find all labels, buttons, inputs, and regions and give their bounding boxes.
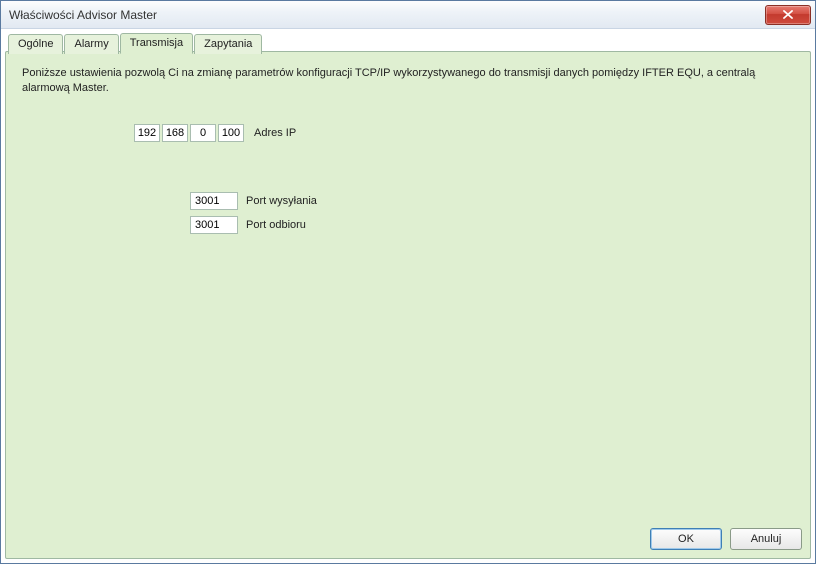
port-recv-label: Port odbioru [246, 219, 306, 231]
tab-strip: Ogólne Alarmy Transmisja Zapytania [8, 33, 263, 53]
ip-row: Adres IP [134, 124, 794, 142]
tab-transmisja[interactable]: Transmisja [120, 33, 193, 54]
dialog-footer: OK Anuluj [6, 524, 810, 558]
port-recv-row: Port odbioru [190, 216, 794, 234]
port-send-row: Port wysyłania [190, 192, 794, 210]
cancel-button[interactable]: Anuluj [730, 528, 802, 550]
tab-alarmy[interactable]: Alarmy [64, 34, 118, 54]
close-icon [783, 10, 793, 19]
port-recv-input[interactable] [190, 216, 238, 234]
window-title: Właściwości Advisor Master [9, 8, 765, 22]
titlebar: Właściwości Advisor Master [1, 1, 815, 29]
ip-label: Adres IP [254, 127, 296, 139]
ip-octet-2[interactable] [162, 124, 188, 142]
close-button[interactable] [765, 5, 811, 25]
tab-zapytania[interactable]: Zapytania [194, 34, 262, 54]
dialog-window: Właściwości Advisor Master Ogólne Alarmy… [0, 0, 816, 564]
ok-button[interactable]: OK [650, 528, 722, 550]
tab-pane: Ogólne Alarmy Transmisja Zapytania Poniż… [5, 51, 811, 559]
tab-ogolne[interactable]: Ogólne [8, 34, 63, 54]
tab-content-transmisja: Poniższe ustawienia pozwolą Ci na zmianę… [6, 52, 810, 254]
port-send-input[interactable] [190, 192, 238, 210]
ip-octet-3[interactable] [190, 124, 216, 142]
ip-octet-1[interactable] [134, 124, 160, 142]
body-area: Ogólne Alarmy Transmisja Zapytania Poniż… [1, 29, 815, 563]
port-send-label: Port wysyłania [246, 195, 317, 207]
description-text: Poniższe ustawienia pozwolą Ci na zmianę… [22, 66, 782, 96]
ip-octet-4[interactable] [218, 124, 244, 142]
